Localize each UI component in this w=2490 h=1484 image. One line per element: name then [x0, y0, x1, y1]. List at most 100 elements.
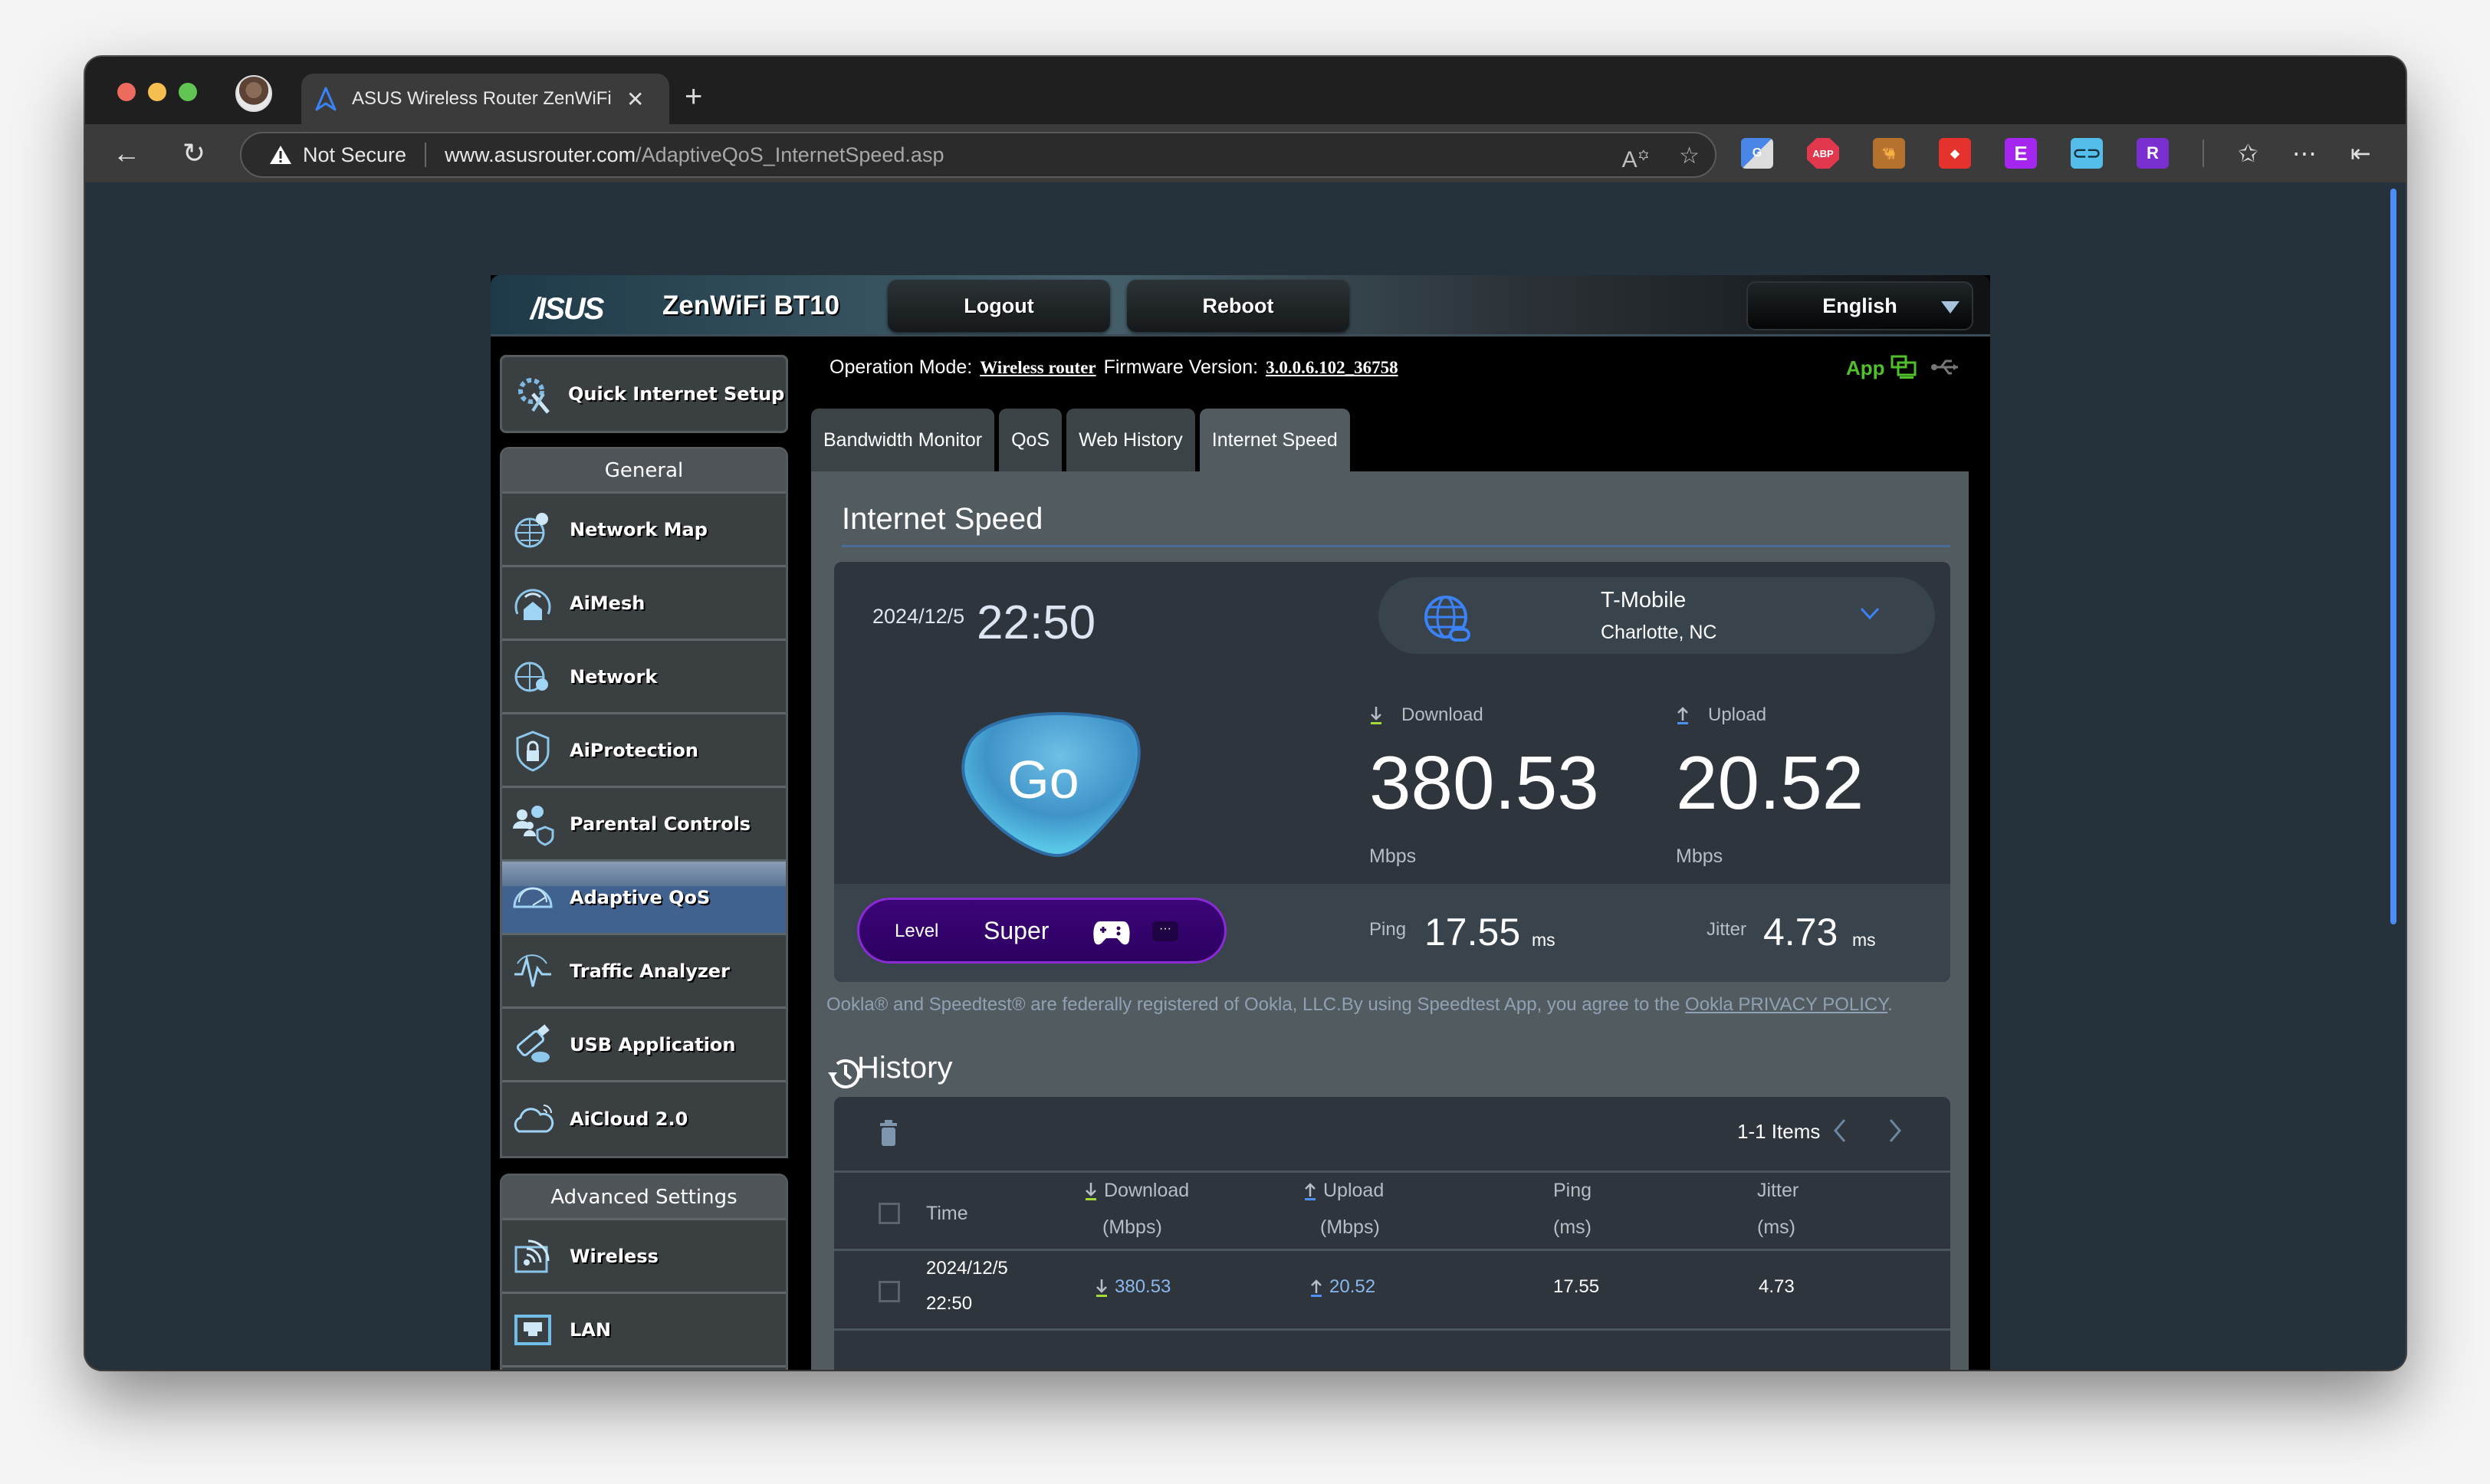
qos-level-selector[interactable]: Level Super ···	[857, 898, 1227, 964]
usb-icon[interactable]	[1930, 358, 1961, 376]
more-menu-icon[interactable]: ⋯	[2292, 139, 2317, 168]
aimesh-icon	[514, 588, 551, 620]
sidebar-item-parental-controls[interactable]: Parental Controls	[502, 788, 786, 862]
address-bar[interactable]: Not Secure www.asusrouter.com /AdaptiveQ…	[240, 132, 1716, 178]
operation-mode-link[interactable]: Wireless router	[980, 358, 1096, 378]
sidebar-item-aimesh[interactable]: AiMesh	[502, 567, 786, 641]
column-download-label: Download	[1104, 1180, 1190, 1201]
tab-qos[interactable]: QoS	[999, 409, 1063, 471]
ping-unit: ms	[1532, 930, 1555, 950]
vertical-scrollbar[interactable]	[2390, 189, 2396, 924]
column-upload: Upload	[1303, 1180, 1384, 1202]
column-jitter: Jitter	[1757, 1180, 1799, 1201]
new-tab-icon[interactable]: +	[685, 81, 702, 112]
extensions-bar: G ABP 🐫 ◆ E ⊂⊃ R ✩ ⋯ ⇤	[1741, 138, 2371, 169]
server-selector[interactable]: T-Mobile Charlotte, NC	[1378, 577, 1935, 654]
download-unit: Mbps	[1369, 845, 1417, 867]
operation-mode-label: Operation Mode:	[829, 356, 973, 378]
minimize-window-button[interactable]	[148, 83, 166, 101]
sidebar-item-wireless[interactable]: Wireless	[502, 1220, 786, 1294]
row-date: 2024/12/5	[926, 1258, 1008, 1279]
level-more-button[interactable]: ···	[1152, 921, 1178, 941]
firmware-version-link[interactable]: 3.0.0.6.102_36758	[1266, 358, 1398, 378]
link-extension-icon[interactable]: ⊂⊃	[2071, 138, 2103, 169]
upload-arrow-icon	[1305, 1183, 1316, 1201]
maximize-window-button[interactable]	[179, 83, 197, 101]
sidebar-item-lan[interactable]: LAN	[502, 1294, 786, 1367]
go-button[interactable]: Go	[946, 698, 1153, 859]
download-arrow-icon	[1086, 1183, 1096, 1201]
disclaimer-end: .	[1887, 994, 1893, 1015]
trash-icon[interactable]	[879, 1120, 898, 1146]
speedtest-card: 2024/12/5 22:50 T-Mobile Charlotte, NC G…	[834, 562, 1950, 982]
sidebar-item-label: Wireless	[570, 1245, 659, 1267]
chevron-right-icon[interactable]	[1884, 1117, 1904, 1144]
row-jitter: 4.73	[1759, 1276, 1795, 1297]
privacy-policy-link[interactable]: Ookla PRIVACY POLICY	[1685, 994, 1887, 1015]
firmware-label: Firmware Version:	[1103, 356, 1259, 378]
favorites-list-icon[interactable]: ✩	[2238, 139, 2258, 168]
app-device-icon[interactable]	[1890, 355, 1917, 379]
tab-web-history[interactable]: Web History	[1066, 409, 1195, 471]
download-label-text: Download	[1401, 704, 1483, 725]
browser-toolbar: ← ↻ Not Secure www.asusrouter.com /Adapt…	[85, 124, 2406, 182]
quick-internet-setup-button[interactable]: Quick Internet Setup	[500, 355, 788, 433]
browser-tab-active[interactable]: ASUS Wireless Router ZenWiFi ✕	[301, 74, 669, 124]
row-checkbox[interactable]	[879, 1281, 900, 1302]
e-extension-icon[interactable]: E	[2005, 138, 2037, 169]
logout-button[interactable]: Logout	[888, 280, 1110, 332]
favorite-star-icon[interactable]: ☆	[1679, 143, 1700, 174]
language-select[interactable]: English	[1746, 281, 1973, 330]
parental-controls-icon	[513, 805, 554, 846]
network-map-icon	[514, 512, 548, 547]
upload-label: Upload	[1676, 704, 1766, 726]
server-globe-icon	[1424, 596, 1470, 642]
sidebar-item-aicloud[interactable]: AiCloud 2.0	[502, 1082, 786, 1156]
sidebar-item-wan[interactable]: WAN	[502, 1367, 786, 1370]
close-tab-icon[interactable]: ✕	[626, 87, 644, 112]
app-link[interactable]: App	[1846, 356, 1885, 380]
address-separator	[425, 143, 427, 167]
jitter-label: Jitter	[1707, 919, 1747, 940]
server-location: Charlotte, NC	[1601, 622, 1717, 643]
sidebar-item-traffic-analyzer[interactable]: Traffic Analyzer	[502, 935, 786, 1009]
camel-extension-icon[interactable]: 🐫	[1873, 138, 1905, 169]
level-label: Level	[895, 921, 939, 941]
sidebar-item-label: USB Application	[570, 1033, 736, 1056]
sidebar-item-adaptive-qos[interactable]: Adaptive QoS	[502, 862, 786, 935]
adblock-plus-extension-icon[interactable]: ABP	[1807, 138, 1839, 169]
close-window-button[interactable]	[117, 83, 136, 101]
history-title: History	[857, 1051, 953, 1085]
sidebar-item-usb-application[interactable]: USB Application	[502, 1009, 786, 1082]
row-upload: 20.52	[1309, 1276, 1375, 1298]
sidebar-item-label: AiProtection	[570, 739, 698, 761]
google-translate-extension-icon[interactable]: G	[1741, 138, 1773, 169]
tab-bandwidth-monitor[interactable]: Bandwidth Monitor	[811, 409, 995, 471]
column-download-unit: (Mbps)	[1102, 1216, 1162, 1238]
warning-icon	[270, 146, 291, 164]
sidebar-item-aiprotection[interactable]: AiProtection	[502, 714, 786, 788]
quick-setup-gear-icon	[518, 378, 550, 414]
chevron-left-icon[interactable]	[1831, 1117, 1851, 1144]
sidebar-item-network[interactable]: Network	[502, 641, 786, 714]
server-name: T-Mobile	[1601, 588, 1687, 612]
qos-tabs: Bandwidth Monitor QoS Web History Intern…	[811, 409, 1350, 471]
browser-window: ASUS Wireless Router ZenWiFi ✕ + ← ↻ Not…	[85, 57, 2406, 1370]
tab-internet-speed[interactable]: Internet Speed	[1199, 409, 1350, 471]
network-icon	[514, 662, 548, 691]
sidebar-item-label: Parental Controls	[570, 813, 751, 835]
sidebar-item-network-map[interactable]: Network Map	[502, 494, 786, 567]
row-download: 380.53	[1095, 1276, 1171, 1298]
reboot-button[interactable]: Reboot	[1127, 280, 1349, 332]
tag-extension-icon[interactable]: ◆	[1939, 138, 1971, 169]
sidebar-item-label: LAN	[570, 1318, 611, 1341]
select-all-checkbox[interactable]	[879, 1203, 900, 1224]
r-extension-icon[interactable]: R	[2137, 138, 2169, 169]
back-arrow-icon[interactable]: ←	[108, 135, 145, 172]
reload-icon[interactable]: ↻	[176, 135, 212, 172]
tab-strip: ASUS Wireless Router ZenWiFi ✕ +	[85, 57, 2406, 124]
items-count: 1-1 Items	[1737, 1120, 1821, 1143]
read-aloud-icon[interactable]: A꙳	[1622, 143, 1650, 174]
sidebar-toggle-icon[interactable]: ⇤	[2350, 139, 2371, 168]
profile-avatar[interactable]	[235, 75, 272, 112]
